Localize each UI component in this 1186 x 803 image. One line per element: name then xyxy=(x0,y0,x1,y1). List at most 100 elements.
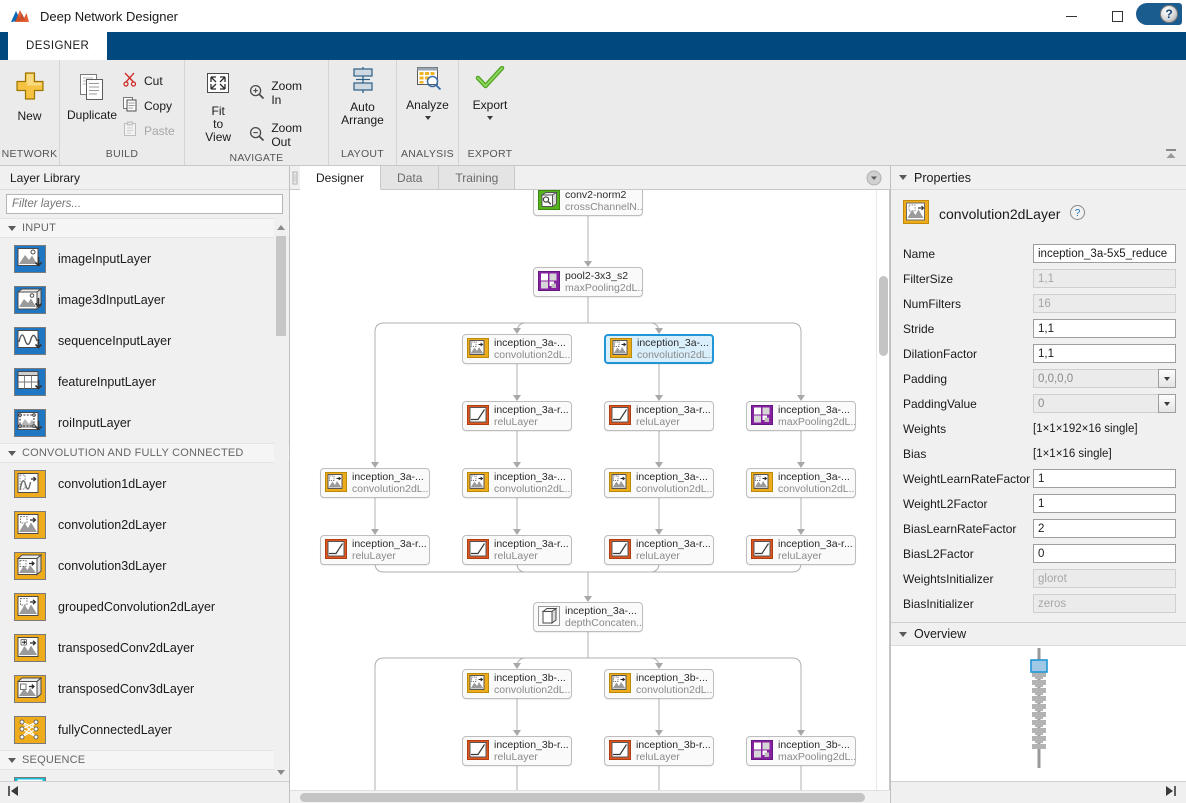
export-chevron-down-icon[interactable] xyxy=(487,116,493,120)
layer-list-item[interactable]: convolution3dLayer xyxy=(0,545,289,586)
layer-list-item[interactable]: featureInputLayer xyxy=(0,361,289,402)
layer-help-icon[interactable]: ? xyxy=(1070,204,1086,223)
property-input[interactable]: 16 xyxy=(1033,294,1176,313)
network-node[interactable]: inception_3a-r... reluLayer xyxy=(604,535,714,565)
canvas-vscroll-thumb[interactable] xyxy=(879,276,888,356)
layer-list-item[interactable]: convolution2dLayer xyxy=(0,504,289,545)
tab-designer[interactable]: DESIGNER xyxy=(8,32,108,60)
property-input[interactable]: 1,1 xyxy=(1033,344,1176,363)
layer-group-header[interactable]: SEQUENCE xyxy=(0,750,289,770)
app-logo-icon xyxy=(10,7,30,25)
property-input[interactable]: inception_3a-5x5_reduce xyxy=(1033,244,1176,263)
node-name: inception_3a-... xyxy=(636,471,708,483)
property-input[interactable]: 1,1 xyxy=(1033,319,1176,338)
chevron-down-icon[interactable] xyxy=(1158,394,1176,413)
layer-group-header[interactable]: INPUT xyxy=(0,218,289,238)
analyze-button[interactable]: Analyze xyxy=(404,66,452,120)
canvas-hscroll-thumb[interactable] xyxy=(300,793,865,802)
network-node[interactable]: inception_3b-r... reluLayer xyxy=(604,736,714,766)
network-node[interactable]: inception_3a-... depthConcaten... xyxy=(533,602,643,632)
layer-list-item[interactable]: roiInputLayer xyxy=(0,402,289,443)
network-node[interactable]: pool2-3x3_s2 maxPooling2dL... xyxy=(533,267,643,297)
layer-group-header[interactable]: CONVOLUTION AND FULLY CONNECTED xyxy=(0,443,289,463)
network-node[interactable]: inception_3a-... convolution2dL... xyxy=(604,468,714,498)
layer-list-item[interactable]: convolution1dLayer xyxy=(0,463,289,504)
paste-button[interactable]: Paste xyxy=(116,118,181,143)
layer-list-scroll-thumb[interactable] xyxy=(276,236,286,336)
property-input[interactable]: zeros xyxy=(1033,594,1176,613)
property-input[interactable]: 1,1 xyxy=(1033,269,1176,288)
network-node[interactable]: inception_3a-... maxPooling2dL... xyxy=(746,401,856,431)
analyze-chevron-down-icon[interactable] xyxy=(424,116,431,120)
network-node[interactable]: inception_3a-r... reluLayer xyxy=(462,535,572,565)
network-node[interactable]: inception_3a-... convolution2dL... xyxy=(746,468,856,498)
network-node[interactable]: inception_3a-r... reluLayer xyxy=(746,535,856,565)
layer-list-item[interactable]: transposedConv3dLayer xyxy=(0,668,289,709)
network-node[interactable]: inception_3a-r... reluLayer xyxy=(462,401,572,431)
properties-collapse-chevron-icon[interactable] xyxy=(899,175,907,180)
zoom-out-button[interactable]: Zoom Out xyxy=(243,118,320,152)
help-button[interactable]: ? xyxy=(1144,4,1178,24)
network-canvas[interactable]: conv2-norm2 crossChannelN... pool2-3x3_s… xyxy=(290,190,890,790)
network-node[interactable]: conv2-norm2 crossChannelN... xyxy=(533,190,643,216)
layer-list-scrollbar[interactable] xyxy=(274,218,288,781)
layer-list-item[interactable]: lstmLayer xyxy=(0,770,289,781)
property-input[interactable]: glorot xyxy=(1033,569,1176,588)
network-node[interactable]: inception_3a-r... reluLayer xyxy=(604,401,714,431)
layer-list-item[interactable]: sequenceInputLayer xyxy=(0,320,289,361)
layer-list-item[interactable]: fullyConnectedLayer xyxy=(0,709,289,750)
overview-minimap[interactable] xyxy=(891,646,1186,781)
scroll-down-icon[interactable] xyxy=(274,765,288,779)
tab-grip-handle[interactable] xyxy=(290,166,300,189)
properties-panel-header[interactable]: Properties xyxy=(891,166,1186,190)
network-node[interactable]: inception_3a-... convolution2dL... xyxy=(320,468,430,498)
group-collapse-chevron-icon[interactable] xyxy=(8,450,16,456)
canvas-horizontal-scrollbar[interactable] xyxy=(290,790,890,803)
network-node[interactable]: inception_3b-... convolution2dL... xyxy=(604,669,714,699)
maximize-button[interactable] xyxy=(1094,0,1140,32)
canvas-vertical-scrollbar[interactable] xyxy=(876,190,889,790)
layer-list-item[interactable]: transposedConv2dLayer xyxy=(0,627,289,668)
tab-overflow-menu-icon[interactable] xyxy=(866,170,882,186)
property-input[interactable]: 1 xyxy=(1033,469,1176,488)
tab-designer[interactable]: Designer xyxy=(300,166,382,190)
network-node[interactable]: inception_3a-... convolution2dL... xyxy=(604,334,714,364)
fit-to-view-button[interactable]: Fit to View xyxy=(193,66,243,147)
property-input[interactable]: 0 xyxy=(1033,544,1176,563)
ribbon-collapse-button[interactable] xyxy=(1160,145,1182,163)
network-node[interactable]: inception_3a-... convolution2dL... xyxy=(462,334,572,364)
duplicate-button[interactable]: Duplicate xyxy=(67,66,117,125)
group-collapse-chevron-icon[interactable] xyxy=(8,757,16,763)
minimize-button[interactable] xyxy=(1048,0,1094,32)
copy-button[interactable]: Copy xyxy=(116,93,181,118)
scroll-up-icon[interactable] xyxy=(274,220,288,234)
tab-data[interactable]: Data xyxy=(381,166,440,189)
property-input[interactable]: 2 xyxy=(1033,519,1176,538)
layer-list-item[interactable]: imageInputLayer xyxy=(0,238,289,279)
network-node[interactable]: inception_3a-r... reluLayer xyxy=(320,535,430,565)
cut-button[interactable]: Cut xyxy=(116,68,181,93)
export-check-icon xyxy=(475,65,505,95)
network-node[interactable]: inception_3b-... convolution2dL... xyxy=(462,669,572,699)
export-button[interactable]: Export xyxy=(466,65,514,120)
property-dropdown[interactable]: 0 xyxy=(1033,394,1176,413)
property-input[interactable]: 1 xyxy=(1033,494,1176,513)
chevron-down-icon[interactable] xyxy=(1158,369,1176,388)
layer-list-item[interactable]: groupedConvolution2dLayer xyxy=(0,586,289,627)
network-node[interactable]: inception_3b-... maxPooling2dL... xyxy=(746,736,856,766)
group-collapse-chevron-icon[interactable] xyxy=(8,225,16,231)
zoom-in-button[interactable]: Zoom In xyxy=(243,76,320,110)
layer-list[interactable]: INPUT imageInputLayer image3dInputLayer … xyxy=(0,218,289,781)
overview-collapse-chevron-icon[interactable] xyxy=(899,631,907,637)
auto-arrange-button[interactable]: Auto Arrange xyxy=(339,66,387,127)
node-type: convolution2dL... xyxy=(352,483,429,495)
property-dropdown[interactable]: 0,0,0,0 xyxy=(1033,369,1176,388)
network-node[interactable]: inception_3a-... convolution2dL... xyxy=(462,468,572,498)
layer-list-item[interactable]: image3dInputLayer xyxy=(0,279,289,320)
new-button[interactable]: New xyxy=(6,66,54,126)
network-node[interactable]: inception_3b-r... reluLayer xyxy=(462,736,572,766)
fit-to-view-button-label: Fit to View xyxy=(201,105,235,144)
filter-layers-input[interactable] xyxy=(6,194,283,214)
tab-training[interactable]: Training xyxy=(439,166,516,189)
overview-panel-header[interactable]: Overview xyxy=(891,622,1186,646)
